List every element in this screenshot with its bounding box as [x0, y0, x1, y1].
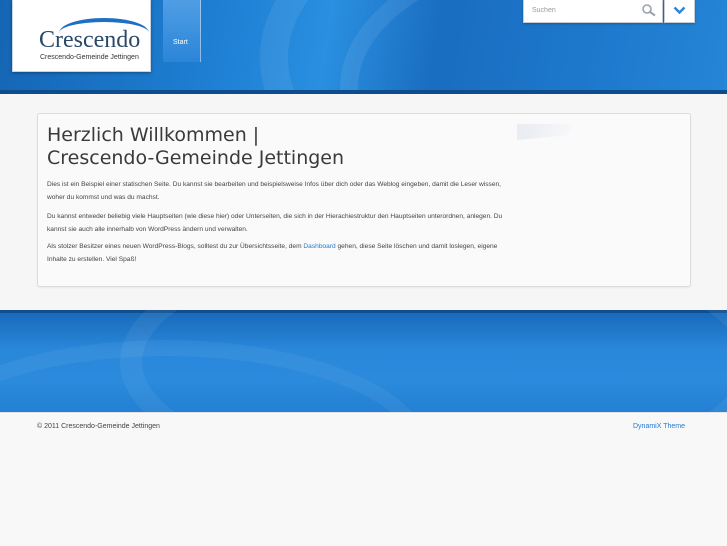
dashboard-paragraph-text: Als stolzer Besitzer eines neuen WordPre…: [47, 243, 304, 250]
footer-theme-link[interactable]: DynamiX Theme: [633, 423, 685, 430]
dashboard-link[interactable]: Dashboard: [303, 243, 335, 250]
search-box: [523, 0, 663, 23]
logo-tagline: Crescendo-Gemeinde Jettingen: [40, 54, 139, 61]
dashboard-paragraph: Als stolzer Besitzer eines neuen WordPre…: [47, 240, 512, 266]
search-input[interactable]: [528, 3, 646, 18]
site-logo[interactable]: Crescendo Crescendo-Gemeinde Jettingen: [12, 0, 151, 72]
page-title: Herzlich Willkommen | Crescendo-Gemeinde…: [47, 124, 345, 169]
intro-paragraph: Dies ist ein Beispiel einer statischen S…: [47, 181, 502, 201]
chevron-down-icon: [673, 6, 686, 15]
pages-paragraph: Du kannst entweder beliebig viele Haupts…: [47, 213, 503, 233]
decorative-band: [0, 310, 727, 412]
logo-name: Crescendo: [39, 27, 141, 53]
nav-item-start-highlight[interactable]: [163, 0, 201, 62]
menu-dropdown-button[interactable]: [664, 0, 695, 23]
footer-copyright: © 2011 Crescendo-Gemeinde Jettingen: [37, 423, 160, 430]
search-icon[interactable]: [641, 3, 657, 17]
nav-item-start[interactable]: Start: [173, 39, 188, 46]
site-footer: [0, 412, 727, 546]
